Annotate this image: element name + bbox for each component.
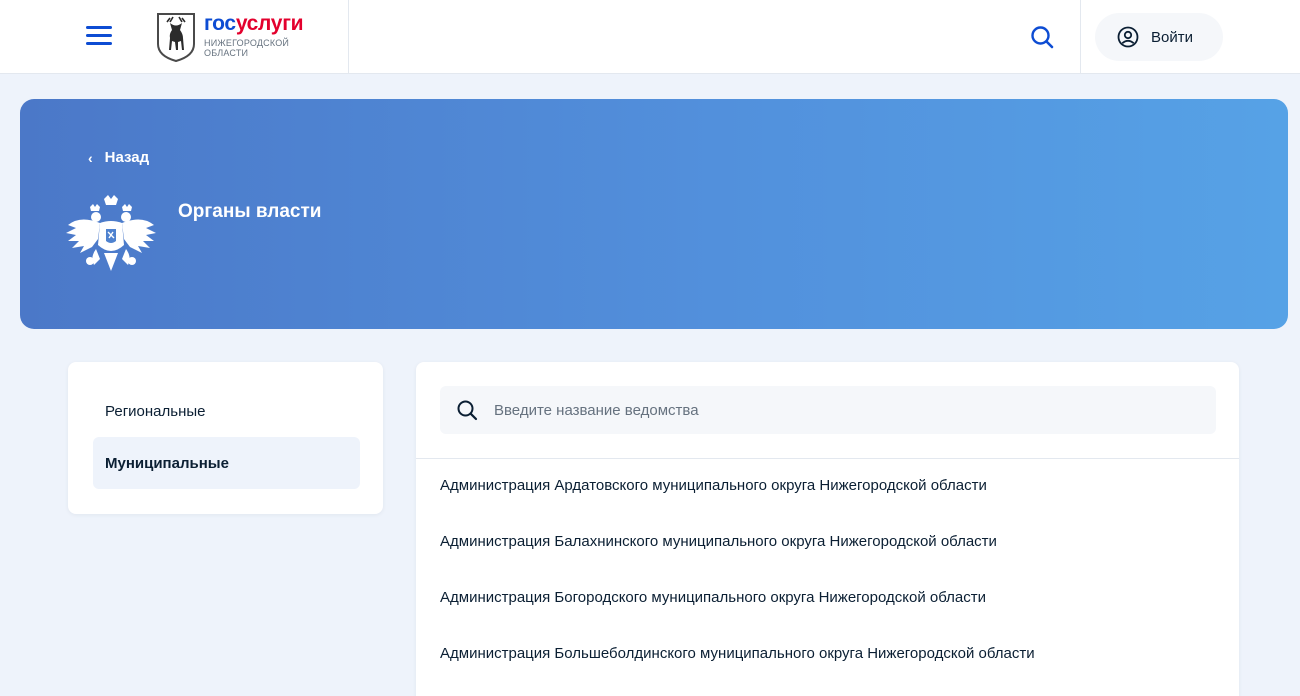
page-banner: ‹ Назад Органы власти <box>20 99 1288 329</box>
user-circle-icon <box>1117 26 1139 48</box>
authority-list-item[interactable]: Администрация Богородского муниципальног… <box>440 584 1220 640</box>
gosuslugi-logo[interactable]: госуслуги Нижегородской области <box>156 12 336 64</box>
logo-title-uslugi: услуги <box>235 12 304 35</box>
authority-list-item[interactable]: Администрация Ардатовского муниципальног… <box>440 472 1220 528</box>
header-divider <box>1080 0 1081 74</box>
logo-subtitle: Нижегородской области <box>204 38 290 58</box>
authority-type-nav: Региональные Муниципальные <box>68 362 383 514</box>
authority-list: Администрация Ардатовского муниципальног… <box>440 472 1220 696</box>
authority-list-card: Администрация Ардатовского муниципальног… <box>416 362 1239 696</box>
chevron-left-icon: ‹ <box>88 149 93 166</box>
nav-item-regional[interactable]: Региональные <box>93 385 360 437</box>
header-divider <box>348 0 349 74</box>
search-icon[interactable] <box>1029 24 1055 50</box>
nav-item-municipal[interactable]: Муниципальные <box>93 437 360 489</box>
page-title: Органы власти <box>178 201 322 222</box>
login-label: Войти <box>1151 28 1193 46</box>
hamburger-menu-icon[interactable] <box>86 26 112 46</box>
authority-search-box[interactable] <box>440 386 1216 434</box>
double-headed-eagle-emblem <box>66 195 156 271</box>
site-header: госуслуги Нижегородской области Войти <box>0 0 1300 74</box>
nizhny-novgorod-deer-emblem <box>157 13 195 62</box>
login-button[interactable]: Войти <box>1095 13 1223 61</box>
back-label: Назад <box>104 149 150 166</box>
logo-title-gos: гос <box>204 12 236 35</box>
search-icon <box>457 400 478 421</box>
back-link[interactable]: ‹ Назад <box>88 149 149 166</box>
list-divider <box>416 458 1239 459</box>
authority-list-item[interactable]: Администрация Большеболдинского муниципа… <box>440 640 1220 696</box>
authority-list-item[interactable]: Администрация Балахнинского муниципально… <box>440 528 1220 584</box>
logo-title: госуслуги <box>204 12 304 35</box>
authority-search-input[interactable] <box>494 386 1194 434</box>
